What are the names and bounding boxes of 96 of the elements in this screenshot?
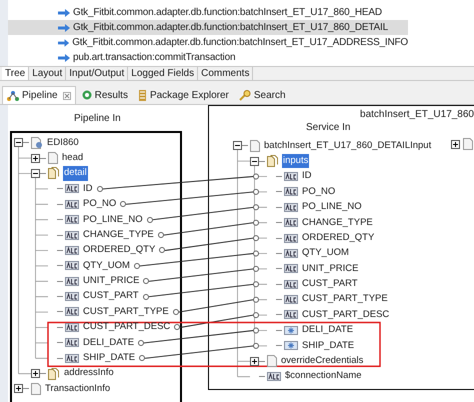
string-field-icon: [65, 261, 79, 270]
tree-label[interactable]: QTY_UOM: [82, 258, 131, 273]
tree-label[interactable]: CHANGE_TYPE: [301, 216, 374, 230]
string-field-icon: [65, 246, 79, 255]
tree-label[interactable]: EDI860: [46, 136, 80, 150]
collapse-icon[interactable]: [233, 141, 242, 150]
tree-label[interactable]: overrideCredentials: [280, 354, 364, 368]
string-field-icon: [65, 307, 79, 316]
document-icon: [31, 382, 41, 395]
close-icon[interactable]: [62, 92, 71, 100]
package-icon: [138, 90, 147, 100]
tree-label[interactable]: CUST_PART_TYPE: [82, 304, 170, 320]
tree-label[interactable]: PO_NO: [301, 184, 336, 199]
document-list-icon: [48, 167, 60, 180]
panel-title: Pipeline In: [74, 112, 121, 126]
tree-label[interactable]: CUST_PART_DESC: [301, 308, 390, 322]
string-field-icon: [284, 187, 298, 196]
view-tab[interactable]: Pipeline: [2, 86, 76, 104]
record-icon: [31, 136, 43, 149]
string-field-icon: [65, 215, 79, 224]
tree-label[interactable]: QTY_UOM: [301, 246, 350, 261]
arrow-icon: [58, 38, 70, 46]
collapse-icon[interactable]: [14, 138, 23, 148]
tree-label[interactable]: PO_LINE_NO: [301, 200, 363, 214]
string-field-icon: [284, 295, 298, 304]
search-icon: [238, 90, 251, 100]
object-field-icon: [284, 341, 298, 350]
string-field-icon: [284, 218, 298, 228]
string-field-icon: [284, 248, 298, 258]
string-field-icon: [267, 372, 281, 382]
service-name: batchInsert_ET_U17_860: [360, 108, 474, 122]
object-field-icon: [284, 326, 298, 335]
tree-label[interactable]: PO_LINE_NO: [82, 212, 144, 227]
view-tab[interactable]: Search: [234, 86, 290, 104]
circle-icon: [82, 90, 92, 100]
string-field-icon: [65, 276, 79, 286]
string-field-icon: [65, 230, 79, 240]
tree-label[interactable]: TransactionInfo: [44, 382, 112, 396]
nodes-icon: [7, 90, 19, 100]
service-row[interactable]: Gtk_Fitbit.common.adapter.db.function:batchInsert_ET_U17_ADDRESS_INFO: [8, 35, 408, 50]
tree-label[interactable]: CUST_PART_DESC: [82, 320, 172, 334]
tree-label[interactable]: PO_NO: [82, 197, 118, 212]
arrow-icon: [58, 8, 70, 16]
tree-label[interactable]: addressInfo: [63, 366, 115, 381]
string-field-icon: [284, 280, 298, 289]
tree-label[interactable]: UNIT_PRICE: [301, 262, 360, 276]
tree-label[interactable]: batchInsert_ET_U17_860_DETAILInput: [263, 138, 432, 153]
tree-label[interactable]: head: [61, 150, 84, 166]
tree-label[interactable]: UNIT_PRICE: [82, 274, 140, 288]
string-field-icon: [65, 354, 79, 363]
string-field-icon: [284, 202, 298, 212]
string-field-icon: [284, 310, 298, 320]
document-icon: [250, 140, 260, 152]
service-row[interactable]: Gtk_Fitbit.common.adapter.db.function:batchInsert_ET_U17_860_DETAIL: [8, 20, 408, 35]
document-icon: [267, 355, 277, 368]
tree-label[interactable]: inputs: [282, 154, 310, 168]
string-field-icon: [284, 234, 298, 243]
string-field-icon: [65, 292, 79, 302]
tree-label[interactable]: CHANGE_TYPE: [82, 228, 155, 242]
tree-label[interactable]: SHIP_DATE: [301, 338, 356, 353]
string-field-icon: [284, 172, 298, 181]
tree-label[interactable]: detail: [63, 166, 88, 181]
tree-label[interactable]: DELI_DATE: [82, 336, 136, 350]
service-row[interactable]: pub.art.transaction:commitTransaction: [8, 50, 408, 65]
tree-label[interactable]: SHIP_DATE: [82, 351, 136, 366]
tree-label[interactable]: DELI_DATE: [301, 323, 354, 338]
view-tab[interactable]: Package Explorer: [134, 86, 233, 104]
expand-icon[interactable]: [14, 384, 23, 394]
arrow-icon: [58, 24, 70, 32]
string-field-icon: [284, 264, 298, 274]
document-icon: [48, 152, 58, 164]
expand-icon[interactable]: [250, 356, 259, 366]
tree-label[interactable]: $connectionName: [284, 369, 363, 384]
string-field-icon: [65, 338, 79, 348]
document-list-icon: [48, 368, 60, 380]
string-field-icon: [65, 184, 79, 194]
tree-label[interactable]: CUST_PART: [301, 277, 359, 292]
document-list-icon: [267, 155, 279, 168]
tab[interactable]: Tree: [2, 67, 30, 80]
collapse-icon[interactable]: [250, 156, 259, 166]
collapse-icon[interactable]: [31, 168, 40, 178]
tree-label[interactable]: CUST_PART_TYPE: [301, 292, 389, 307]
panel-title: Service In: [306, 121, 350, 135]
service-row[interactable]: Gtk_Fitbit.common.adapter.db.function:batchInsert_ET_U17_860_HEAD: [8, 5, 408, 20]
view-tab[interactable]: Results: [78, 86, 132, 104]
expand-icon[interactable]: [31, 369, 40, 378]
arrow-icon: [58, 54, 70, 62]
tree-label[interactable]: ORDERED_QTY: [301, 230, 376, 246]
string-field-icon: [65, 200, 79, 209]
tree-label[interactable]: ID: [301, 169, 312, 184]
tree-label[interactable]: CUST_PART: [82, 289, 140, 304]
tree-label[interactable]: ID: [82, 182, 94, 196]
string-field-icon: [65, 322, 79, 332]
expand-icon[interactable]: [31, 154, 40, 163]
port-icon[interactable]: [174, 324, 180, 330]
tree-label[interactable]: ORDERED_QTY: [82, 243, 156, 258]
